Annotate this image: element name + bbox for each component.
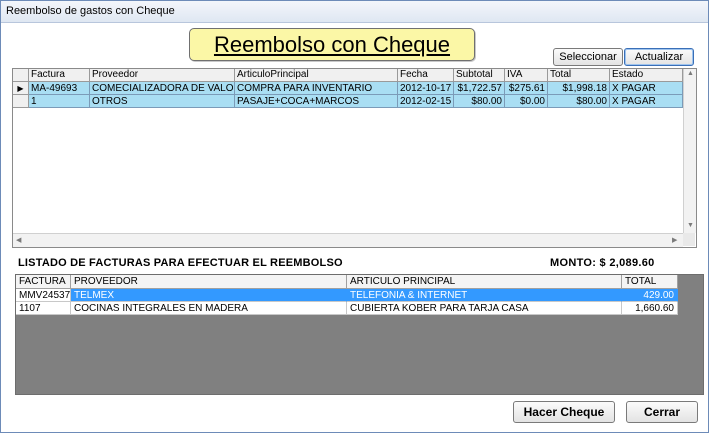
row-header-corner [13, 69, 29, 81]
col-header-factura[interactable]: FACTURA [16, 275, 71, 289]
scroll-up-icon[interactable]: ▲ [687, 70, 694, 77]
banner: Reembolso con Cheque [189, 28, 475, 61]
list-item[interactable]: 1107 COCINAS INTEGRALES EN MADERA CUBIER… [16, 302, 678, 315]
scrollbar-corner [683, 233, 695, 246]
cell-fecha[interactable]: 2012-02-15 [398, 95, 454, 108]
col-header-articulo[interactable]: ArticuloPrincipal [235, 69, 398, 81]
actualizar-button[interactable]: Actualizar [624, 48, 694, 66]
reembolso-list-header: FACTURA PROVEEDOR ARTICULO PRINCIPAL TOT… [16, 275, 678, 289]
invoices-grid-header: Factura Proveedor ArticuloPrincipal Fech… [13, 69, 696, 82]
banner-title: Reembolso con Cheque [213, 32, 451, 57]
cell-factura[interactable]: 1 [29, 95, 90, 108]
col-header-estado[interactable]: Estado [610, 69, 683, 81]
cell-iva[interactable]: $275.61 [505, 82, 548, 95]
scroll-down-icon[interactable]: ▼ [687, 222, 694, 229]
table-row[interactable]: ▶ MA-49693 COMECIALIZADORA DE VALOR AG C… [13, 82, 696, 95]
col-header-proveedor[interactable]: PROVEEDOR [71, 275, 347, 289]
main-window: Reembolso de gastos con Cheque Reembolso… [0, 0, 709, 433]
horizontal-scrollbar[interactable]: ◀ ▶ [13, 233, 683, 247]
cell-articulo[interactable]: TELEFONIA & INTERNET [347, 289, 622, 302]
cell-total[interactable]: $80.00 [548, 95, 610, 108]
col-header-factura[interactable]: Factura [29, 69, 90, 81]
cell-iva[interactable]: $0.00 [505, 95, 548, 108]
cell-proveedor[interactable]: COCINAS INTEGRALES EN MADERA [71, 302, 347, 315]
current-row-marker: ▶ [13, 82, 29, 95]
window-title: Reembolso de gastos con Cheque [6, 5, 175, 17]
cell-total[interactable]: 1,660.60 [622, 302, 678, 315]
col-header-iva[interactable]: IVA [505, 69, 548, 81]
cell-articulo[interactable]: PASAJE+COCA+MARCOS [235, 95, 398, 108]
col-header-fecha[interactable]: Fecha [398, 69, 454, 81]
seleccionar-button[interactable]: Seleccionar [553, 48, 623, 66]
col-header-total[interactable]: Total [548, 69, 610, 81]
cell-total[interactable]: 429.00 [622, 289, 678, 302]
cell-fecha[interactable]: 2012-10-17 [398, 82, 454, 95]
cerrar-button[interactable]: Cerrar [626, 401, 698, 423]
cell-factura[interactable]: 1107 [16, 302, 71, 315]
cell-proveedor[interactable]: TELMEX [71, 289, 347, 302]
col-header-total[interactable]: TOTAL [622, 275, 678, 289]
col-header-subtotal[interactable]: Subtotal [454, 69, 505, 81]
scroll-left-icon[interactable]: ◀ [16, 236, 21, 244]
table-row[interactable]: 1 OTROS PASAJE+COCA+MARCOS 2012-02-15 $8… [13, 95, 696, 108]
cell-total[interactable]: $1,998.18 [548, 82, 610, 95]
cell-estado[interactable]: X PAGAR [610, 82, 683, 95]
title-bar[interactable]: Reembolso de gastos con Cheque [1, 1, 708, 23]
cell-proveedor[interactable]: COMECIALIZADORA DE VALOR AG [90, 82, 235, 95]
cell-factura[interactable]: MMV245378 [16, 289, 71, 302]
col-header-proveedor[interactable]: Proveedor [90, 69, 235, 81]
row-header[interactable] [13, 95, 29, 108]
scroll-right-icon[interactable]: ▶ [672, 236, 677, 244]
cell-articulo[interactable]: COMPRA PARA INVENTARIO [235, 82, 398, 95]
cell-factura[interactable]: MA-49693 [29, 82, 90, 95]
vertical-scrollbar[interactable]: ▲ ▼ [683, 69, 696, 233]
cell-proveedor[interactable]: OTROS [90, 95, 235, 108]
reembolso-list[interactable]: FACTURA PROVEEDOR ARTICULO PRINCIPAL TOT… [15, 274, 704, 395]
section-title: LISTADO DE FACTURAS PARA EFECTUAR EL REE… [18, 257, 343, 269]
cell-subtotal[interactable]: $80.00 [454, 95, 505, 108]
cell-estado[interactable]: X PAGAR [610, 95, 683, 108]
monto-total: MONTO: $ 2,089.60 [550, 257, 655, 269]
invoices-grid[interactable]: Factura Proveedor ArticuloPrincipal Fech… [12, 68, 697, 248]
cell-articulo[interactable]: CUBIERTA KOBER PARA TARJA CASA [347, 302, 622, 315]
hacer-cheque-button[interactable]: Hacer Cheque [513, 401, 615, 423]
col-header-articulo[interactable]: ARTICULO PRINCIPAL [347, 275, 622, 289]
list-item[interactable]: MMV245378 TELMEX TELEFONIA & INTERNET 42… [16, 289, 678, 302]
cell-subtotal[interactable]: $1,722.57 [454, 82, 505, 95]
